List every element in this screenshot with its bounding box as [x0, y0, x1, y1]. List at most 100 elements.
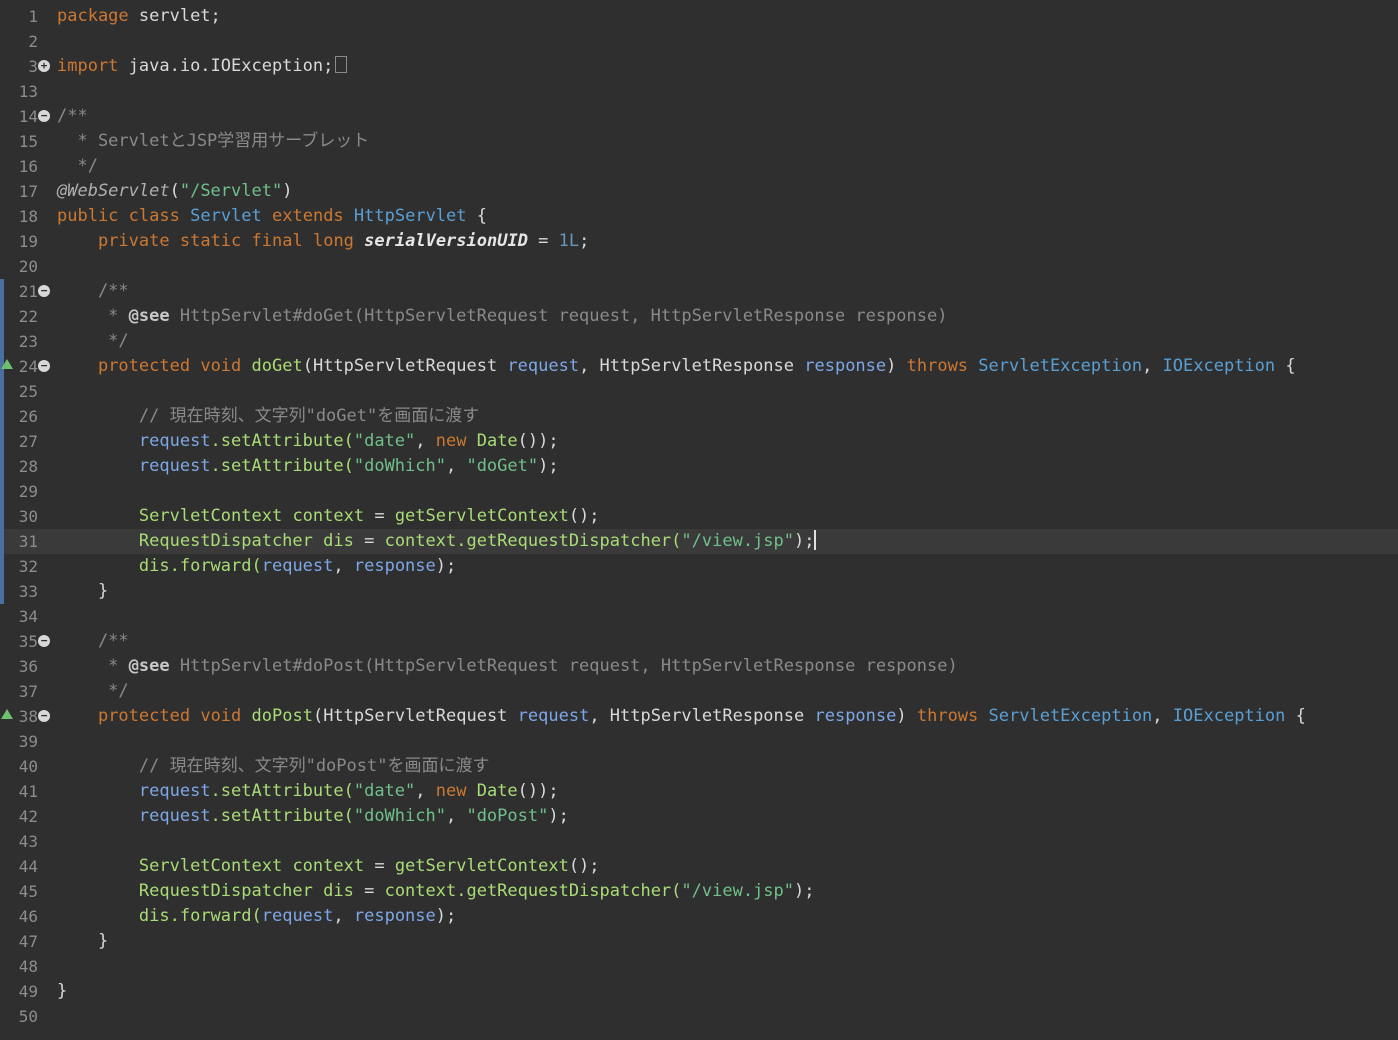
- code-line[interactable]: 31 RequestDispatcher dis = context.getRe…: [0, 529, 1398, 554]
- code-line[interactable]: 15 * ServletとJSP学習用サーブレット: [0, 129, 1398, 154]
- code-line[interactable]: 50: [0, 1004, 1398, 1029]
- code-line[interactable]: 38− protected void doPost(HttpServletReq…: [0, 704, 1398, 729]
- code-token: ,: [1152, 706, 1173, 726]
- change-marker: [0, 479, 4, 504]
- code-line[interactable]: 16 */: [0, 154, 1398, 179]
- code-line[interactable]: 19 private static final long serialVersi…: [0, 229, 1398, 254]
- code-text: import java.io.IOException;: [57, 54, 348, 79]
- code-editor[interactable]: 1 package servlet; 2 3 + import java.io.IOExc…: [0, 0, 1398, 1040]
- code-line[interactable]: 23 */: [0, 329, 1398, 354]
- code-line[interactable]: 30 ServletContext context = getServletCo…: [0, 504, 1398, 529]
- code-line[interactable]: 33 }: [0, 579, 1398, 604]
- code-line[interactable]: 35− /**: [0, 629, 1398, 654]
- code-text: * @see HttpServlet#doPost(HttpServletReq…: [57, 654, 958, 679]
- code-token: HttpServlet: [353, 206, 467, 226]
- code-token: }: [57, 581, 109, 601]
- code-token: Date: [476, 781, 518, 801]
- code-line[interactable]: 36 * @see HttpServlet#doPost(HttpServlet…: [0, 654, 1398, 679]
- line-number: 36: [18, 657, 38, 676]
- code-line[interactable]: 18 public class Servlet extends HttpServl…: [0, 204, 1398, 229]
- line-number: 44: [18, 857, 38, 876]
- line-number: 45: [18, 882, 38, 901]
- code-token: @see: [128, 306, 170, 326]
- code-line[interactable]: 42 request.setAttribute("doWhich", "doPo…: [0, 804, 1398, 829]
- code-line[interactable]: 13: [0, 79, 1398, 104]
- code-token: *: [57, 306, 129, 326]
- code-token: static: [179, 231, 242, 251]
- line-number: 34: [18, 607, 38, 626]
- code-line[interactable]: 25: [0, 379, 1398, 404]
- line-number: 2: [28, 32, 38, 51]
- code-line[interactable]: 27 request.setAttribute("date", new Date…: [0, 429, 1398, 454]
- code-text: // 現在時刻、文字列"doPost"を画面に渡す: [57, 754, 490, 779]
- collapse-icon[interactable]: −: [38, 635, 50, 647]
- code-line[interactable]: 24− protected void doGet(HttpServletRequ…: [0, 354, 1398, 379]
- code-token: *: [57, 656, 129, 676]
- code-line[interactable]: 40 // 現在時刻、文字列"doPost"を画面に渡す: [0, 754, 1398, 779]
- code-line[interactable]: 29: [0, 479, 1398, 504]
- code-token: import: [57, 56, 119, 76]
- line-number: 49: [18, 982, 38, 1001]
- code-line[interactable]: 26 // 現在時刻、文字列"doGet"を画面に渡す: [0, 404, 1398, 429]
- code-line[interactable]: 48: [0, 954, 1398, 979]
- line-number: 18: [18, 207, 38, 226]
- code-text: * @see HttpServlet#doGet(HttpServletRequ…: [57, 304, 947, 329]
- code-line[interactable]: 39: [0, 729, 1398, 754]
- code-token: void: [200, 356, 242, 376]
- code-line[interactable]: 43: [0, 829, 1398, 854]
- code-line[interactable]: 28 request.setAttribute("doWhich", "doGe…: [0, 454, 1398, 479]
- code-token: .setAttribute(: [210, 456, 354, 476]
- code-token: , HttpServletResponse: [579, 356, 805, 376]
- line-number: 41: [18, 782, 38, 801]
- line-number: 43: [18, 832, 38, 851]
- collapsed-region-icon[interactable]: [335, 56, 348, 73]
- code-token: /**: [57, 631, 129, 651]
- code-token: ServletException: [988, 706, 1153, 726]
- code-token: ,: [333, 556, 354, 576]
- code-line[interactable]: 2: [0, 29, 1398, 54]
- collapse-icon[interactable]: −: [38, 110, 50, 122]
- line-number: 3: [28, 57, 38, 76]
- collapse-icon[interactable]: −: [38, 285, 50, 297]
- code-line[interactable]: 44 ServletContext context = getServletCo…: [0, 854, 1398, 879]
- code-token: /**: [57, 106, 88, 126]
- code-line[interactable]: 34: [0, 604, 1398, 629]
- code-line[interactable]: 3 + import java.io.IOException;: [0, 54, 1398, 79]
- collapse-icon[interactable]: −: [38, 360, 50, 372]
- code-line[interactable]: 1 package servlet;: [0, 4, 1398, 29]
- code-token: @WebServlet: [57, 181, 170, 201]
- expand-icon[interactable]: +: [38, 60, 50, 72]
- line-number: 21: [18, 282, 38, 301]
- code-line[interactable]: 20: [0, 254, 1398, 279]
- code-token: * ServletとJSP学習用サーブレット: [57, 131, 370, 151]
- line-number: 40: [18, 757, 38, 776]
- code-token: ();: [568, 506, 600, 526]
- code-token: =: [364, 506, 395, 526]
- code-token: protected: [97, 706, 191, 726]
- code-token: getServletContext: [394, 856, 569, 876]
- code-line[interactable]: 37 */: [0, 679, 1398, 704]
- change-marker: [0, 454, 4, 479]
- collapse-icon[interactable]: −: [38, 710, 50, 722]
- code-line[interactable]: 14−/**: [0, 104, 1398, 129]
- code-line[interactable]: 47 }: [0, 929, 1398, 954]
- code-token: {: [1275, 356, 1296, 376]
- code-line[interactable]: 22 * @see HttpServlet#doGet(HttpServletR…: [0, 304, 1398, 329]
- code-line[interactable]: 45 RequestDispatcher dis = context.getRe…: [0, 879, 1398, 904]
- code-line[interactable]: 32 dis.forward(request, response);: [0, 554, 1398, 579]
- code-token: dis: [138, 906, 170, 926]
- code-token: (HttpServletRequest: [302, 356, 508, 376]
- line-number: 31: [18, 532, 38, 551]
- code-line[interactable]: 21− /**: [0, 279, 1398, 304]
- code-line[interactable]: 17 @WebServlet("/Servlet"): [0, 179, 1398, 204]
- code-line[interactable]: 49}: [0, 979, 1398, 1004]
- code-token: servlet;: [128, 6, 221, 26]
- code-text: ServletContext context = getServletConte…: [57, 854, 600, 879]
- code-line[interactable]: 41 request.setAttribute("date", new Date…: [0, 779, 1398, 804]
- code-token: RequestDispatcher: [138, 881, 313, 901]
- code-line[interactable]: 46 dis.forward(request, response);: [0, 904, 1398, 929]
- line-number: 28: [18, 457, 38, 476]
- code-token: "date": [353, 431, 416, 451]
